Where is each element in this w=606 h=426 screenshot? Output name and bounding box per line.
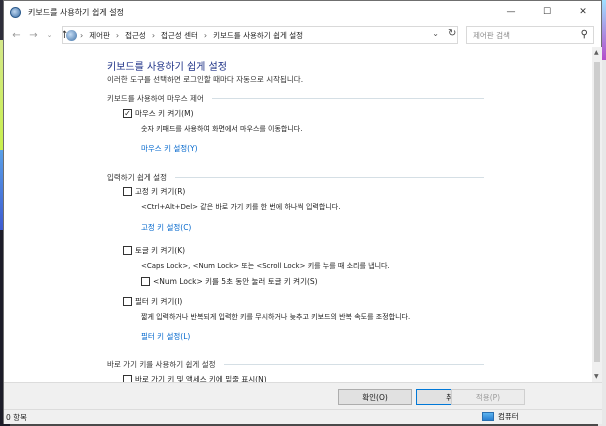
title-bar[interactable]: 키보드를 사용하기 쉽게 설정 — ☐ ✕	[4, 1, 601, 23]
checkbox-label[interactable]: 필터 키 켜기(I)	[135, 296, 182, 307]
mouse-keys-settings-link[interactable]: 마우스 키 설정(Y)	[141, 143, 198, 154]
settings-content: 키보드를 사용하기 쉽게 설정 이러한 도구를 선택하면 로그인할 때마다 자동…	[4, 47, 592, 382]
control-panel-icon	[66, 29, 77, 41]
chevron-right-icon[interactable]: ›	[152, 31, 155, 40]
chevron-right-icon[interactable]: ›	[204, 31, 207, 40]
sticky-keys-checkbox[interactable]: 고정 키 켜기(R)	[123, 186, 185, 197]
checkbox-label[interactable]: 바로 가기 키 및 액세스 키에 밑줄 표시(N)	[135, 374, 267, 382]
toggle-keys-description: <Caps Lock>, <Num Lock> 또는 <Scroll Lock>…	[141, 262, 390, 270]
checkbox-unchecked-icon[interactable]	[123, 297, 132, 306]
dialog-button-bar: 확인(O) 취소 적용(P)	[4, 382, 602, 409]
page-title: 키보드를 사용하기 쉽게 설정	[107, 62, 227, 73]
mouse-keys-description: 숫자 키패드를 사용하여 화면에서 마우스를 이동합니다.	[141, 125, 303, 133]
control-panel-icon	[10, 6, 21, 18]
section-divider	[223, 364, 484, 365]
chevron-down-icon[interactable]: ⌄	[432, 29, 439, 38]
search-input[interactable]: 제어판 검색 ⚲	[466, 26, 594, 44]
page-subtitle: 이러한 도구를 선택하면 로그인할 때마다 자동으로 시작됩니다.	[107, 75, 304, 84]
item-count: 0 항목	[6, 413, 27, 422]
search-placeholder: 제어판 검색	[473, 30, 510, 40]
breadcrumb-accessibility[interactable]: 접근성	[125, 30, 146, 41]
sticky-keys-description: <Ctrl+Alt+Del> 같은 바로 가기 키를 한 번에 하나씩 입력합니…	[141, 203, 341, 211]
underline-shortcuts-checkbox[interactable]: 바로 가기 키 및 액세스 키에 밑줄 표시(N)	[123, 374, 267, 382]
refresh-icon[interactable]: ↻	[448, 28, 456, 39]
checkbox-unchecked-icon[interactable]	[123, 246, 132, 255]
section-header-mouse: 키보드를 사용하여 마우스 제어	[107, 93, 484, 104]
minimize-button[interactable]: —	[493, 1, 529, 23]
search-icon[interactable]: ⚲	[581, 29, 588, 40]
vertical-scrollbar[interactable]: ▲ ▼	[592, 47, 602, 382]
close-button[interactable]: ✕	[565, 1, 601, 23]
scroll-up-arrow-icon[interactable]: ▲	[594, 49, 599, 56]
control-panel-window: 키보드를 사용하기 쉽게 설정 — ☐ ✕ ← → ⌄ ↑ › 제어판 › 접근…	[3, 0, 602, 424]
location-label: 컴퓨터	[498, 412, 519, 421]
checkbox-label[interactable]: 토글 키 켜기(K)	[135, 245, 185, 256]
computer-icon	[482, 412, 494, 421]
section-title: 입력하기 쉽게 설정	[107, 173, 167, 182]
checkbox-label[interactable]: 고정 키 켜기(R)	[135, 186, 185, 197]
checkbox-label[interactable]: 마우스 키 켜기(M)	[135, 108, 194, 119]
section-title: 키보드를 사용하여 마우스 제어	[107, 94, 204, 103]
ok-button[interactable]: 확인(O)	[338, 389, 412, 405]
breadcrumb-control-panel[interactable]: 제어판	[89, 30, 110, 41]
checkbox-checked-icon[interactable]: ✓	[123, 109, 132, 118]
forward-arrow-icon[interactable]: →	[27, 27, 40, 43]
sticky-keys-settings-link[interactable]: 고정 키 설정(C)	[141, 222, 191, 233]
checkbox-label[interactable]: <Num Lock> 키를 5초 동안 눌러 토글 키 켜기(S)	[153, 276, 318, 287]
recent-locations-chevron-icon[interactable]: ⌄	[43, 27, 56, 43]
section-divider	[174, 177, 484, 178]
scroll-down-arrow-icon[interactable]: ▼	[594, 373, 599, 380]
toggle-keys-checkbox[interactable]: 토글 키 켜기(K)	[123, 245, 185, 256]
num-lock-toggle-checkbox[interactable]: <Num Lock> 키를 5초 동안 눌러 토글 키 켜기(S)	[141, 276, 318, 287]
window-title: 키보드를 사용하기 쉽게 설정	[28, 7, 124, 17]
status-bar: 0 항목 컴퓨터	[4, 409, 602, 424]
scrollbar-thumb[interactable]	[594, 62, 600, 362]
mouse-keys-checkbox[interactable]: ✓ 마우스 키 켜기(M)	[123, 108, 194, 119]
chevron-right-icon[interactable]: ›	[116, 31, 119, 40]
breadcrumb-ease-of-access-center[interactable]: 접근성 센터	[161, 30, 198, 41]
apply-button[interactable]: 적용(P)	[451, 389, 525, 405]
section-divider	[211, 98, 484, 99]
chevron-right-icon[interactable]: ›	[80, 31, 83, 40]
checkbox-unchecked-icon[interactable]	[141, 277, 150, 286]
maximize-button[interactable]: ☐	[529, 1, 565, 23]
section-title: 바로 가기 키를 사용하기 쉽게 설정	[107, 360, 216, 369]
checkbox-unchecked-icon[interactable]	[123, 187, 132, 196]
back-arrow-icon[interactable]: ←	[10, 27, 23, 43]
checkbox-unchecked-icon[interactable]	[123, 375, 132, 382]
navigation-bar: ← → ⌄ ↑ › 제어판 › 접근성 › 접근성 센터 › 키보드를 사용하기…	[4, 23, 601, 47]
address-bar[interactable]: › 제어판 › 접근성 › 접근성 센터 › 키보드를 사용하기 쉽게 설정 ⌄	[62, 26, 458, 44]
section-header-typing: 입력하기 쉽게 설정	[107, 172, 484, 183]
filter-keys-description: 짧게 입력하거나 반복되게 입력한 키를 무시하거나 늦추고 키보드의 반복 속…	[141, 313, 411, 321]
filter-keys-settings-link[interactable]: 필터 키 설정(L)	[141, 331, 190, 342]
filter-keys-checkbox[interactable]: 필터 키 켜기(I)	[123, 296, 182, 307]
section-header-shortcuts: 바로 가기 키를 사용하기 쉽게 설정	[107, 359, 484, 370]
breadcrumb-keyboard-settings[interactable]: 키보드를 사용하기 쉽게 설정	[213, 30, 303, 41]
